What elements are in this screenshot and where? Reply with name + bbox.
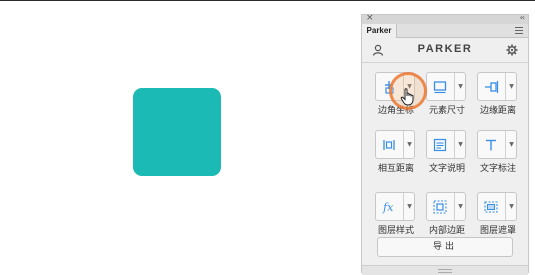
chevron-down-icon[interactable]: ▼ bbox=[455, 193, 466, 220]
layer-style-button[interactable]: fx ▼ bbox=[375, 192, 415, 221]
inner-padding-icon bbox=[433, 200, 447, 214]
inner-padding-button[interactable]: ▼ bbox=[426, 192, 466, 221]
edge-distance-icon bbox=[485, 81, 499, 93]
grip-icon bbox=[438, 269, 452, 273]
panel-header: PARKER bbox=[362, 38, 528, 63]
tool-label: 图层遮罩 bbox=[479, 226, 516, 236]
mutual-distance-icon bbox=[383, 140, 395, 150]
resize-handle[interactable] bbox=[362, 265, 528, 275]
text-annotation-icon bbox=[486, 139, 496, 151]
chevron-down-icon[interactable]: ▼ bbox=[455, 73, 466, 100]
panel-tab-row: Parker bbox=[362, 24, 528, 38]
tool-layer-style: fx ▼ 图层样式 bbox=[372, 192, 417, 240]
chevron-down-icon[interactable]: ▼ bbox=[404, 193, 415, 220]
tool-text-description: ▼ 文字说明 bbox=[423, 130, 468, 178]
mutual-distance-button[interactable]: ▼ bbox=[375, 130, 415, 159]
tool-label: 边缘距离 bbox=[479, 106, 516, 116]
tool-inner-padding: ▼ 内部边距 bbox=[423, 192, 468, 240]
tool-label: 文字标注 bbox=[479, 164, 516, 174]
layer-mask-button[interactable]: ▼ bbox=[477, 192, 517, 221]
hand-cursor-icon bbox=[400, 88, 414, 106]
export-button[interactable]: 导出 bbox=[377, 237, 513, 257]
layer-style-icon: fx bbox=[382, 201, 394, 214]
tool-mutual-distance: ▼ 相互距离 bbox=[372, 130, 417, 178]
text-annotation-button[interactable]: ▼ bbox=[477, 130, 517, 159]
gear-icon[interactable] bbox=[506, 44, 518, 56]
canvas-top-edge bbox=[0, 0, 535, 1]
teal-rounded-rectangle[interactable] bbox=[133, 88, 221, 176]
tool-element-size: ▼ 元素尺寸 bbox=[423, 72, 468, 120]
close-icon[interactable]: × bbox=[366, 12, 374, 24]
layer-mask-icon bbox=[484, 201, 498, 213]
text-description-icon bbox=[433, 138, 447, 152]
chevron-down-icon[interactable]: ▼ bbox=[506, 131, 517, 158]
tool-text-annotation: ▼ 文字标注 bbox=[474, 130, 519, 178]
tool-label: 图层样式 bbox=[377, 226, 414, 236]
tool-layer-mask: ▼ 图层遮罩 bbox=[474, 192, 519, 240]
tool-label: 文字说明 bbox=[428, 164, 465, 174]
element-size-icon bbox=[433, 81, 447, 94]
panel-menu-icon[interactable] bbox=[515, 27, 523, 34]
text-description-button[interactable]: ▼ bbox=[426, 130, 466, 159]
collapse-icon[interactable]: ‹‹ bbox=[520, 12, 526, 24]
chevron-down-icon[interactable]: ▼ bbox=[506, 73, 517, 100]
svg-text:fx: fx bbox=[382, 201, 394, 214]
chevron-down-icon[interactable]: ▼ bbox=[455, 131, 466, 158]
tool-label: 内部边距 bbox=[428, 226, 465, 236]
chevron-down-icon[interactable]: ▼ bbox=[506, 193, 517, 220]
brand-title: PARKER bbox=[417, 43, 473, 55]
tool-label: 相互距离 bbox=[377, 164, 414, 174]
tool-label: 元素尺寸 bbox=[428, 106, 465, 116]
edge-distance-button[interactable]: ▼ bbox=[477, 72, 517, 101]
chevron-down-icon[interactable]: ▼ bbox=[404, 131, 415, 158]
element-size-button[interactable]: ▼ bbox=[426, 72, 466, 101]
tool-edge-distance: ▼ 边缘距离 bbox=[474, 72, 519, 120]
tab-parker[interactable]: Parker bbox=[362, 24, 397, 38]
parker-panel: × ‹‹ Parker PARKER ▼ 边角坐标 ▼ 元素尺寸 ▼ 边缘距离 … bbox=[361, 12, 529, 275]
